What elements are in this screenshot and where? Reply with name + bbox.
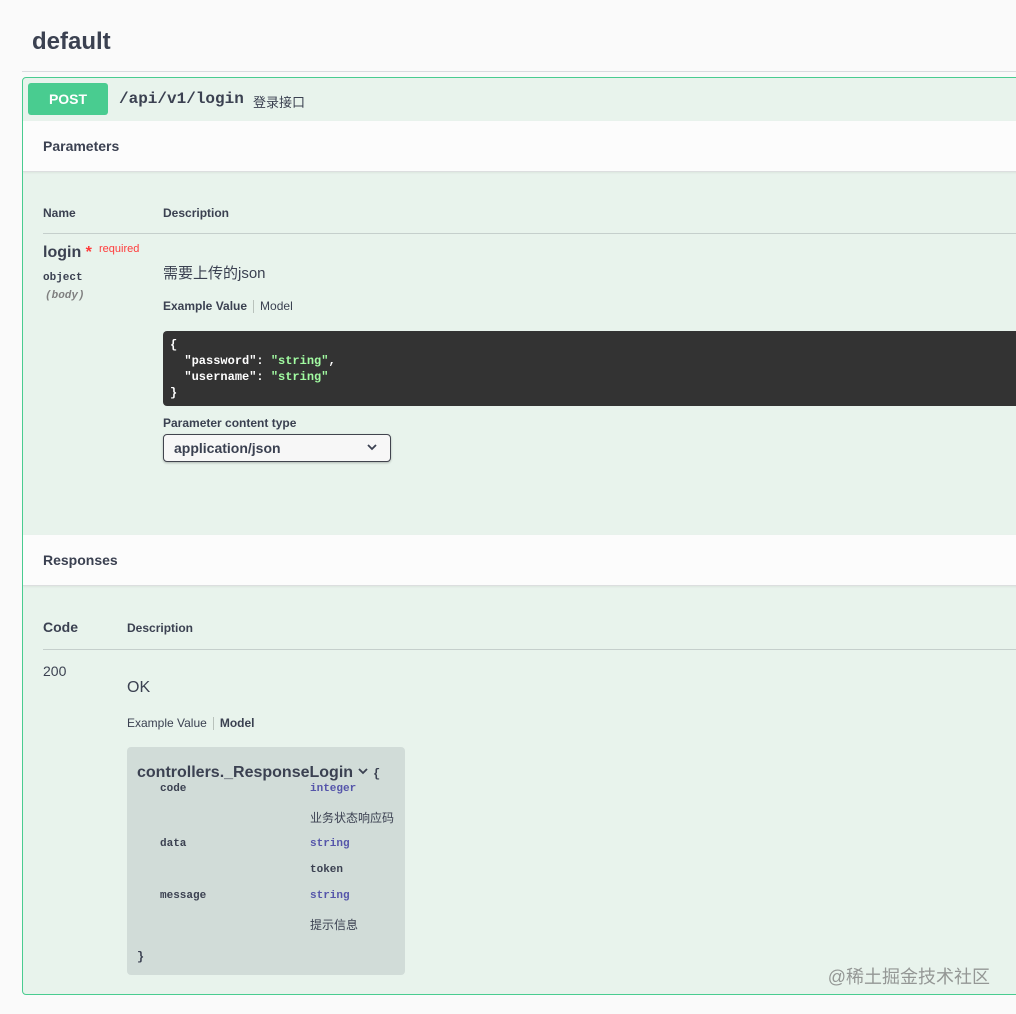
model-prop-type: string	[310, 890, 350, 902]
example-json-code[interactable]: { "password": "string", "username": "str…	[163, 331, 1016, 406]
tag-title[interactable]: default	[32, 28, 111, 56]
parameters-title: Parameters	[43, 138, 120, 154]
responses-title: Responses	[43, 552, 118, 568]
parameters-section-header: Parameters	[23, 121, 1016, 172]
response-description: OK	[127, 679, 151, 696]
model-prop-description: 业务状态响应码	[310, 811, 395, 825]
model-prop-type: string	[310, 838, 350, 850]
model-title[interactable]: controllers._ResponseLogin	[137, 764, 369, 782]
response-code: 200	[43, 663, 67, 679]
content-type-label: Parameter content type	[163, 416, 297, 430]
content-type-value: application/json	[174, 440, 281, 456]
resp-col-description: Description	[127, 621, 194, 635]
param-location: (body)	[45, 290, 85, 302]
method-badge: POST	[28, 83, 108, 115]
chevron-down-icon	[366, 439, 378, 458]
watermark: @稀土掘金技术社区	[827, 967, 990, 987]
responses-section-header: Responses	[23, 535, 1016, 586]
required-label: required	[99, 243, 140, 255]
tab-example-value[interactable]: Example Value	[127, 716, 207, 730]
model-prop-description: token	[310, 864, 344, 876]
param-name: login *	[43, 244, 92, 261]
param-col-description: Description	[163, 206, 230, 220]
model-prop-description: 提示信息	[310, 918, 359, 932]
response-example-tabs: Example Value Model	[127, 716, 255, 731]
resp-table-divider	[43, 649, 1016, 650]
operation-summary-text: 登录接口	[253, 95, 306, 110]
param-col-name: Name	[43, 206, 76, 220]
tag-divider	[22, 71, 1016, 72]
model-prop-name: code	[160, 783, 187, 795]
param-example-tabs: Example Value Model	[163, 299, 293, 314]
chevron-down-icon[interactable]	[357, 768, 369, 780]
operation-summary[interactable]: POST /api/v1/login 登录接口	[23, 78, 1016, 122]
content-type-select[interactable]: application/json	[163, 434, 391, 462]
model-brace-open: {	[373, 767, 381, 781]
tab-model[interactable]: Model	[220, 716, 255, 730]
model-prop-name: message	[160, 890, 207, 902]
param-table-divider	[43, 233, 1016, 234]
operation-path: /api/v1/login	[119, 90, 244, 108]
param-type: object	[43, 272, 83, 284]
required-star: *	[85, 244, 92, 261]
tab-model[interactable]: Model	[260, 299, 293, 313]
tab-separator	[212, 717, 214, 731]
resp-col-code: Code	[43, 619, 78, 635]
response-model-box: controllers._ResponseLogin { code intege…	[127, 747, 405, 975]
param-description: 需要上传的json	[163, 265, 266, 282]
model-prop-type: integer	[310, 783, 357, 795]
tab-separator	[253, 300, 255, 314]
model-brace-close: }	[137, 950, 145, 964]
tab-example-value[interactable]: Example Value	[163, 299, 247, 313]
model-prop-name: data	[160, 838, 187, 850]
operation-block-post: POST /api/v1/login 登录接口 Parameters Name …	[22, 77, 1016, 995]
